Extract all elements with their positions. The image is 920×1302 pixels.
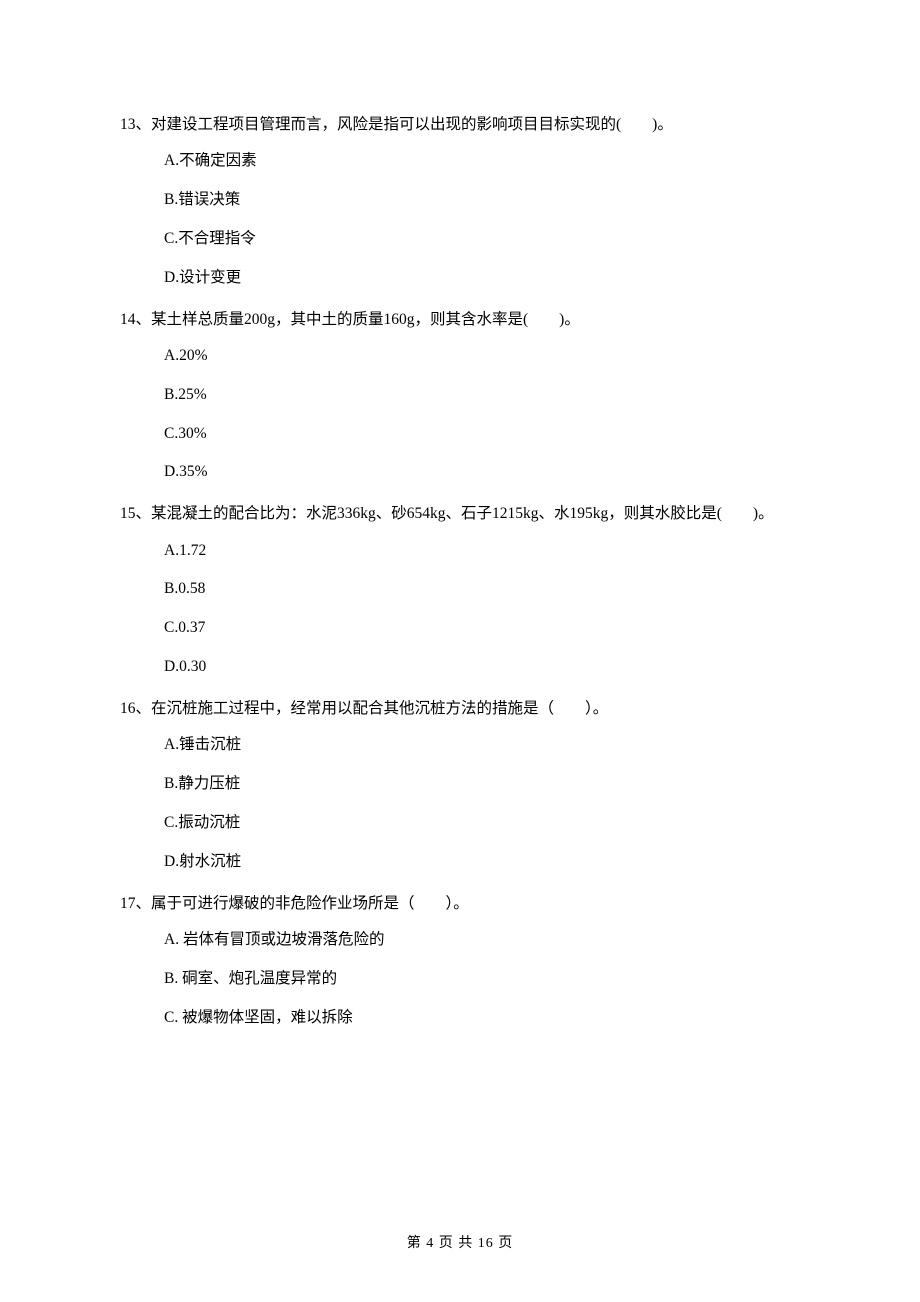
question-text: 14、某土样总质量200g，其中土的质量160g，则其含水率是( )。 (120, 305, 800, 334)
option-d: D.0.30 (164, 655, 800, 680)
option-b: B. 硐室、炮孔温度异常的 (164, 967, 800, 992)
option-a: A.锤击沉桩 (164, 733, 800, 758)
question-17: 17、属于可进行爆破的非危险作业场所是（ ）。 A. 岩体有冒顶或边坡滑落危险的… (120, 889, 800, 1031)
question-15: 15、某混凝土的配合比为：水泥336kg、砂654kg、石子1215kg、水19… (120, 499, 800, 680)
question-number: 13、 (120, 116, 151, 133)
question-number: 15、 (120, 505, 151, 522)
option-b: B.0.58 (164, 577, 800, 602)
question-number: 17、 (120, 895, 151, 912)
question-body: 属于可进行爆破的非危险作业场所是（ ）。 (151, 895, 469, 912)
page-content: 13、对建设工程项目管理而言，风险是指可以出现的影响项目目标实现的( )。 A.… (0, 0, 920, 1030)
option-b: B.25% (164, 383, 800, 408)
question-number: 14、 (120, 311, 151, 328)
question-text: 16、在沉桩施工过程中，经常用以配合其他沉桩方法的措施是（ ）。 (120, 694, 800, 723)
option-c: C.振动沉桩 (164, 811, 800, 836)
option-d: D.设计变更 (164, 266, 800, 291)
question-text: 17、属于可进行爆破的非危险作业场所是（ ）。 (120, 889, 800, 918)
question-14: 14、某土样总质量200g，其中土的质量160g，则其含水率是( )。 A.20… (120, 305, 800, 486)
question-13: 13、对建设工程项目管理而言，风险是指可以出现的影响项目目标实现的( )。 A.… (120, 110, 800, 291)
question-text: 13、对建设工程项目管理而言，风险是指可以出现的影响项目目标实现的( )。 (120, 110, 800, 139)
question-body: 某混凝土的配合比为：水泥336kg、砂654kg、石子1215kg、水195kg… (151, 505, 774, 522)
option-a: A.不确定因素 (164, 149, 800, 174)
option-b: B.错误决策 (164, 188, 800, 213)
question-body: 某土样总质量200g，其中土的质量160g，则其含水率是( )。 (151, 311, 580, 328)
option-d: D.35% (164, 460, 800, 485)
question-body: 对建设工程项目管理而言，风险是指可以出现的影响项目目标实现的( )。 (151, 116, 673, 133)
option-a: A.1.72 (164, 539, 800, 564)
question-body: 在沉桩施工过程中，经常用以配合其他沉桩方法的措施是（ ）。 (151, 700, 608, 717)
page-footer: 第 4 页 共 16 页 (0, 1232, 920, 1252)
option-b: B.静力压桩 (164, 772, 800, 797)
option-c: C.0.37 (164, 616, 800, 641)
question-16: 16、在沉桩施工过程中，经常用以配合其他沉桩方法的措施是（ ）。 A.锤击沉桩 … (120, 694, 800, 875)
question-text: 15、某混凝土的配合比为：水泥336kg、砂654kg、石子1215kg、水19… (120, 499, 800, 528)
options-list: A.锤击沉桩 B.静力压桩 C.振动沉桩 D.射水沉桩 (120, 733, 800, 874)
options-list: A.1.72 B.0.58 C.0.37 D.0.30 (120, 539, 800, 680)
option-a: A. 岩体有冒顶或边坡滑落危险的 (164, 928, 800, 953)
option-c: C.不合理指令 (164, 227, 800, 252)
option-d: D.射水沉桩 (164, 850, 800, 875)
options-list: A.20% B.25% C.30% D.35% (120, 344, 800, 485)
option-a: A.20% (164, 344, 800, 369)
question-number: 16、 (120, 700, 151, 717)
options-list: A.不确定因素 B.错误决策 C.不合理指令 D.设计变更 (120, 149, 800, 290)
options-list: A. 岩体有冒顶或边坡滑落危险的 B. 硐室、炮孔温度异常的 C. 被爆物体坚固… (120, 928, 800, 1030)
option-c: C. 被爆物体坚固，难以拆除 (164, 1006, 800, 1031)
option-c: C.30% (164, 422, 800, 447)
